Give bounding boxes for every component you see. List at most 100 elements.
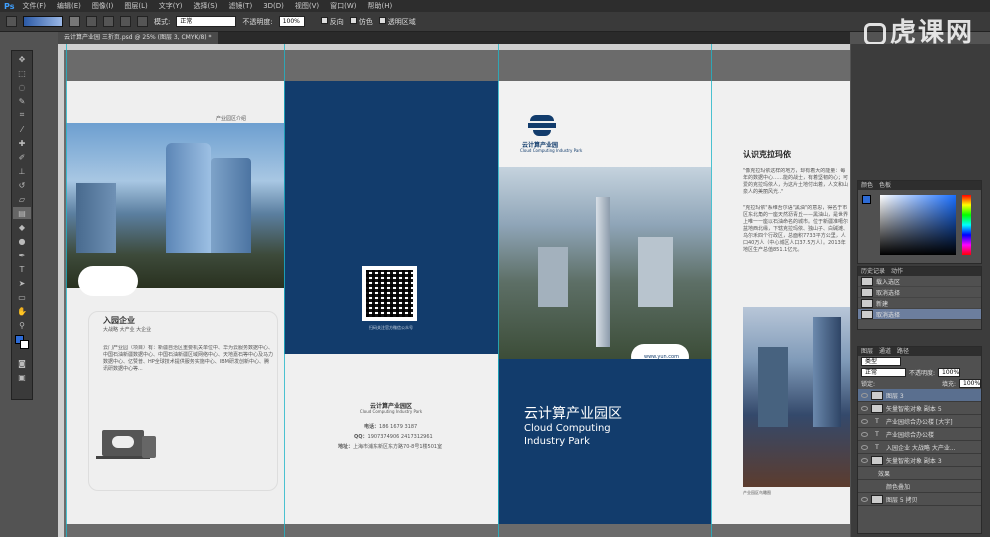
visibility-eye-icon[interactable] <box>861 392 868 398</box>
hue-slider[interactable] <box>962 195 971 255</box>
brush-tool-icon[interactable]: ✐ <box>13 151 31 163</box>
screen-mode-icon[interactable]: ▣ <box>13 371 31 383</box>
menu-type[interactable]: 文字(Y) <box>159 1 183 11</box>
color-picker-field[interactable] <box>880 195 956 255</box>
guide-line <box>711 44 712 537</box>
reverse-checkbox[interactable] <box>320 16 328 24</box>
menu-window[interactable]: 窗口(W) <box>330 1 356 11</box>
path-select-tool-icon[interactable]: ➤ <box>13 277 31 289</box>
layer-row[interactable]: 图层 5 拷贝 <box>858 493 981 506</box>
visibility-eye-icon[interactable] <box>861 405 868 411</box>
visibility-eye-icon[interactable] <box>861 457 868 463</box>
linear-gradient-button[interactable] <box>69 16 80 27</box>
reflected-gradient-button[interactable] <box>120 16 131 27</box>
visibility-eye-icon[interactable] <box>861 444 868 450</box>
history-item[interactable]: 取消选择 <box>858 287 981 298</box>
dither-checkbox[interactable] <box>349 16 357 24</box>
tab-actions[interactable]: 动作 <box>891 267 903 276</box>
diamond-gradient-button[interactable] <box>137 16 148 27</box>
layer-opacity-input[interactable]: 100% <box>938 368 961 377</box>
lasso-tool-icon[interactable]: ◌ <box>13 81 31 93</box>
menu-3d[interactable]: 3D(D) <box>263 2 284 10</box>
mode-select[interactable]: 正常 <box>176 16 237 27</box>
history-brush-tool-icon[interactable]: ↺ <box>13 179 31 191</box>
healing-tool-icon[interactable]: ✚ <box>13 137 31 149</box>
horizontal-ruler <box>58 44 850 50</box>
hand-tool-icon[interactable]: ✋ <box>13 305 31 317</box>
reverse-option[interactable]: 反向 <box>320 16 344 27</box>
document-tab[interactable]: 云计算产业园 三折页.psd @ 25% (图层 3, CMYK/8) * <box>58 32 218 44</box>
tower-shape <box>166 143 211 253</box>
radial-gradient-button[interactable] <box>86 16 97 27</box>
transparency-option[interactable]: 透明区域 <box>378 16 416 27</box>
layer-row[interactable]: T 入园企业 大战略 大产业... <box>858 441 981 454</box>
layer-row[interactable]: 矢量智能对象 副本 3 <box>858 454 981 467</box>
menu-help[interactable]: 帮助(H) <box>368 1 393 11</box>
menu-view[interactable]: 视图(V) <box>295 1 319 11</box>
fill-input[interactable]: 100% <box>959 379 981 388</box>
devices-icon <box>96 426 161 466</box>
gradient-tool-icon[interactable]: ▤ <box>13 207 31 219</box>
history-item-selected[interactable]: 取消选择 <box>858 309 981 320</box>
layer-row[interactable]: 矢量智能对象 副本 5 <box>858 402 981 415</box>
tab-color[interactable]: 颜色 <box>861 181 873 190</box>
shape-tool-icon[interactable]: ▭ <box>13 291 31 303</box>
blend-mode-select[interactable]: 正常 <box>861 368 906 377</box>
qr-caption: 扫码关注官方微信公众号 <box>369 325 413 330</box>
transparency-checkbox[interactable] <box>378 16 386 24</box>
eraser-tool-icon[interactable]: ▱ <box>13 193 31 205</box>
text-layer-icon: T <box>875 430 879 438</box>
qr-code <box>362 266 417 321</box>
pen-tool-icon[interactable]: ✒ <box>13 249 31 261</box>
move-tool-icon[interactable]: ✥ <box>13 53 31 65</box>
layer-effects-row[interactable]: 效果 <box>858 467 981 480</box>
menu-file[interactable]: 文件(F) <box>22 1 46 11</box>
quick-mask-icon[interactable]: ◙ <box>13 357 31 369</box>
dodge-tool-icon[interactable]: ● <box>13 235 31 247</box>
brochure-panel-2: 扫码关注官方微信公众号 <box>284 81 498 354</box>
menu-layer[interactable]: 图层(L) <box>124 1 147 11</box>
transparency-label: 透明区域 <box>387 17 416 26</box>
gradient-preview[interactable] <box>23 16 63 27</box>
menu-edit[interactable]: 编辑(E) <box>57 1 81 11</box>
visibility-eye-icon[interactable] <box>861 496 868 502</box>
tab-history[interactable]: 历史记录 <box>861 267 885 276</box>
layer-row[interactable]: 图层 3 <box>858 389 981 402</box>
cover-title-cn: 云计算产业园区 <box>524 406 622 422</box>
quick-select-tool-icon[interactable]: ✎ <box>13 95 31 107</box>
zoom-tool-icon[interactable]: ⚲ <box>13 319 31 331</box>
tab-layers[interactable]: 图层 <box>861 347 873 356</box>
opacity-input[interactable]: 100% <box>278 16 305 27</box>
photoshop-logo: Ps <box>4 1 15 11</box>
tab-paths[interactable]: 路径 <box>897 347 909 356</box>
type-tool-icon[interactable]: T <box>13 263 31 275</box>
tab-swatches[interactable]: 色板 <box>879 181 891 190</box>
visibility-eye-icon[interactable] <box>861 418 868 424</box>
background-color-swatch[interactable] <box>20 340 29 349</box>
dither-option[interactable]: 仿色 <box>349 16 373 27</box>
panel-foreground-swatch[interactable] <box>862 195 871 204</box>
menu-select[interactable]: 选择(S) <box>194 1 218 11</box>
layer-row[interactable]: T 产业园综合办公楼 <box>858 428 981 441</box>
history-item[interactable]: 载入选区 <box>858 276 981 287</box>
document-canvas[interactable]: 产业园区介绍 入园企业 大战略 大产业 大企业 云门产业园（项目）有：新疆自治区… <box>58 44 850 537</box>
layer-filter-row: 类型 <box>858 356 981 367</box>
layer-filter-select[interactable]: 类型 <box>861 357 901 366</box>
text-layer-icon: T <box>875 443 879 451</box>
color-panel-tabs: 颜色 色板 <box>858 181 981 190</box>
history-item[interactable]: 新建 <box>858 298 981 309</box>
menu-filter[interactable]: 滤镜(T) <box>228 1 252 11</box>
layer-effect-item[interactable]: 颜色叠加 <box>858 480 981 493</box>
tab-channels[interactable]: 通道 <box>879 347 891 356</box>
blur-tool-icon[interactable]: ◆ <box>13 221 31 233</box>
marquee-tool-icon[interactable]: ⬚ <box>13 67 31 79</box>
layer-row[interactable]: T 产业园综合办公楼 [大字] <box>858 415 981 428</box>
menu-image[interactable]: 图像(I) <box>92 1 114 11</box>
angle-gradient-button[interactable] <box>103 16 114 27</box>
stamp-tool-icon[interactable]: ⊥ <box>13 165 31 177</box>
visibility-eye-icon[interactable] <box>861 431 868 437</box>
crop-tool-icon[interactable]: ⌗ <box>13 109 31 121</box>
panel4-title: 认识克拉玛依 <box>743 150 791 159</box>
tool-preset-button[interactable] <box>6 16 17 27</box>
eyedropper-tool-icon[interactable]: ⁄ <box>13 123 31 135</box>
